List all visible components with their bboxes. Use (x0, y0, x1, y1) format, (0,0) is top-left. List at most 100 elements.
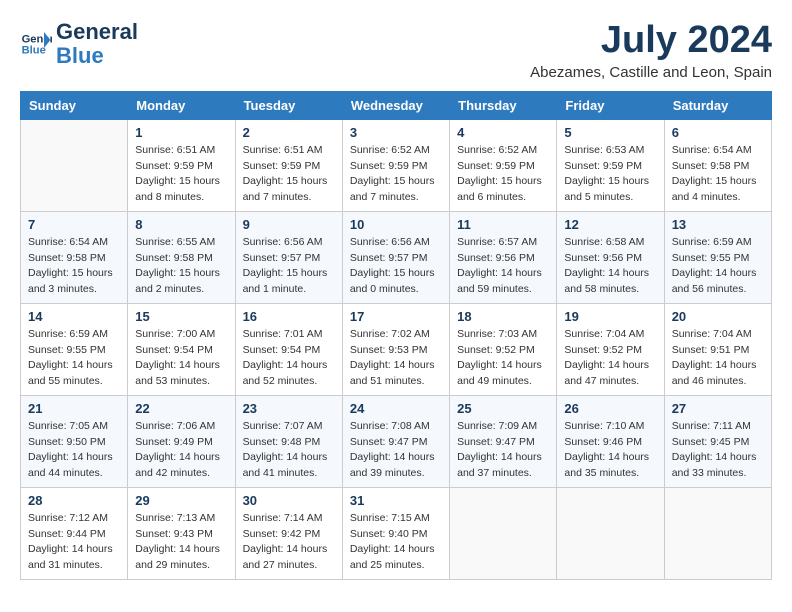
calendar-cell: 27Sunrise: 7:11 AMSunset: 9:45 PMDayligh… (664, 395, 771, 487)
day-number: 10 (350, 217, 442, 232)
weekday-header-friday: Friday (557, 91, 664, 119)
day-info: Sunrise: 6:52 AMSunset: 9:59 PMDaylight:… (457, 143, 549, 206)
day-number: 22 (135, 401, 227, 416)
svg-text:Blue: Blue (22, 45, 46, 57)
calendar-cell: 20 Sunrise: 7:04 AMSunset: 9:51 PMDayligh… (664, 303, 771, 395)
day-number: 12 (564, 217, 656, 232)
day-number: 13 (672, 217, 764, 232)
calendar-cell: 22 Sunrise: 7:06 AMSunset: 9:49 PMDayligh… (128, 395, 235, 487)
day-info: Sunrise: 7:10 AMSunset: 9:46 PMDaylight:… (564, 419, 656, 482)
weekday-header-thursday: Thursday (450, 91, 557, 119)
page-header: General Blue General Blue July 2024 Abez… (20, 20, 772, 81)
calendar-cell: 10 Sunrise: 6:56 AMSunset: 9:57 PMDayligh… (342, 211, 449, 303)
day-number: 6 (672, 125, 764, 140)
day-number: 4 (457, 125, 549, 140)
day-info: Sunrise: 7:01 AMSunset: 9:54 PMDaylight:… (243, 327, 335, 390)
calendar-cell: 11 Sunrise: 6:57 AMSunset: 9:56 PMDayligh… (450, 211, 557, 303)
calendar-cell: 19Sunrise: 7:04 AMSunset: 9:52 PMDayligh… (557, 303, 664, 395)
day-number: 28 (28, 493, 120, 508)
day-info: Sunrise: 6:55 AMSunset: 9:58 PMDaylight:… (135, 235, 227, 298)
day-info: Sunrise: 6:56 AMSunset: 9:57 PMDaylight:… (243, 235, 335, 298)
calendar-cell: 30Sunrise: 7:14 AMSunset: 9:42 PMDayligh… (235, 487, 342, 579)
calendar-cell: 18 Sunrise: 7:03 AMSunset: 9:52 PMDayligh… (450, 303, 557, 395)
logo-icon: General Blue (20, 28, 52, 60)
day-info: Sunrise: 6:59 AMSunset: 9:55 PMDaylight:… (672, 235, 764, 298)
weekday-header-saturday: Saturday (664, 91, 771, 119)
day-info: Sunrise: 7:03 AMSunset: 9:52 PMDaylight:… (457, 327, 549, 390)
day-number: 15 (135, 309, 227, 324)
calendar-cell: 28 Sunrise: 7:12 AMSunset: 9:44 PMDayligh… (21, 487, 128, 579)
day-number: 29 (135, 493, 227, 508)
day-info: Sunrise: 7:08 AMSunset: 9:47 PMDaylight:… (350, 419, 442, 482)
title-block: July 2024 Abezames, Castille and Leon, S… (530, 20, 772, 81)
calendar-cell: 25 Sunrise: 7:09 AMSunset: 9:47 PMDayligh… (450, 395, 557, 487)
day-number: 7 (28, 217, 120, 232)
day-number: 5 (564, 125, 656, 140)
calendar-cell: 13 Sunrise: 6:59 AMSunset: 9:55 PMDayligh… (664, 211, 771, 303)
calendar-cell: 6Sunrise: 6:54 AMSunset: 9:58 PMDaylight… (664, 119, 771, 211)
day-number: 9 (243, 217, 335, 232)
calendar-cell: 26 Sunrise: 7:10 AMSunset: 9:46 PMDayligh… (557, 395, 664, 487)
calendar-cell: 12 Sunrise: 6:58 AMSunset: 9:56 PMDayligh… (557, 211, 664, 303)
day-info: Sunrise: 7:15 AMSunset: 9:40 PMDaylight:… (350, 511, 442, 574)
day-info: Sunrise: 6:51 AMSunset: 9:59 PMDaylight:… (243, 143, 335, 206)
day-info: Sunrise: 6:56 AMSunset: 9:57 PMDaylight:… (350, 235, 442, 298)
day-info: Sunrise: 7:04 AMSunset: 9:51 PMDaylight:… (672, 327, 764, 390)
calendar-cell: 16 Sunrise: 7:01 AMSunset: 9:54 PMDayligh… (235, 303, 342, 395)
calendar-cell: 21 Sunrise: 7:05 AMSunset: 9:50 PMDayligh… (21, 395, 128, 487)
day-info: Sunrise: 6:53 AMSunset: 9:59 PMDaylight:… (564, 143, 656, 206)
day-info: Sunrise: 7:07 AMSunset: 9:48 PMDaylight:… (243, 419, 335, 482)
weekday-header-sunday: Sunday (21, 91, 128, 119)
day-number: 25 (457, 401, 549, 416)
day-info: Sunrise: 6:58 AMSunset: 9:56 PMDaylight:… (564, 235, 656, 298)
day-number: 23 (243, 401, 335, 416)
day-number: 26 (564, 401, 656, 416)
location-subtitle: Abezames, Castille and Leon, Spain (530, 64, 772, 81)
day-info: Sunrise: 7:06 AMSunset: 9:49 PMDaylight:… (135, 419, 227, 482)
day-number: 1 (135, 125, 227, 140)
logo: General Blue General Blue (20, 20, 138, 68)
day-number: 21 (28, 401, 120, 416)
calendar-cell: 1Sunrise: 6:51 AMSunset: 9:59 PMDaylight… (128, 119, 235, 211)
calendar-cell: 7 Sunrise: 6:54 AMSunset: 9:58 PMDaylight… (21, 211, 128, 303)
day-number: 8 (135, 217, 227, 232)
day-number: 20 (672, 309, 764, 324)
calendar-cell: 14 Sunrise: 6:59 AMSunset: 9:55 PMDayligh… (21, 303, 128, 395)
calendar-cell: 15Sunrise: 7:00 AMSunset: 9:54 PMDayligh… (128, 303, 235, 395)
calendar-week-4: 21 Sunrise: 7:05 AMSunset: 9:50 PMDayligh… (21, 395, 772, 487)
day-info: Sunrise: 7:12 AMSunset: 9:44 PMDaylight:… (28, 511, 120, 574)
calendar-cell: 5 Sunrise: 6:53 AMSunset: 9:59 PMDaylight… (557, 119, 664, 211)
day-info: Sunrise: 6:54 AMSunset: 9:58 PMDaylight:… (28, 235, 120, 298)
calendar-cell: 2 Sunrise: 6:51 AMSunset: 9:59 PMDaylight… (235, 119, 342, 211)
day-number: 2 (243, 125, 335, 140)
day-number: 14 (28, 309, 120, 324)
day-number: 3 (350, 125, 442, 140)
day-number: 18 (457, 309, 549, 324)
day-info: Sunrise: 6:52 AMSunset: 9:59 PMDaylight:… (350, 143, 442, 206)
calendar-cell: 31 Sunrise: 7:15 AMSunset: 9:40 PMDayligh… (342, 487, 449, 579)
calendar-cell (664, 487, 771, 579)
day-number: 31 (350, 493, 442, 508)
logo-blue: Blue (56, 43, 104, 68)
calendar-table: SundayMondayTuesdayWednesdayThursdayFrid… (20, 91, 772, 580)
day-number: 11 (457, 217, 549, 232)
calendar-cell: 9 Sunrise: 6:56 AMSunset: 9:57 PMDaylight… (235, 211, 342, 303)
day-number: 27 (672, 401, 764, 416)
day-info: Sunrise: 7:05 AMSunset: 9:50 PMDaylight:… (28, 419, 120, 482)
day-info: Sunrise: 6:59 AMSunset: 9:55 PMDaylight:… (28, 327, 120, 390)
weekday-header-monday: Monday (128, 91, 235, 119)
day-info: Sunrise: 6:57 AMSunset: 9:56 PMDaylight:… (457, 235, 549, 298)
day-info: Sunrise: 7:02 AMSunset: 9:53 PMDaylight:… (350, 327, 442, 390)
day-info: Sunrise: 7:04 AMSunset: 9:52 PMDaylight:… (564, 327, 656, 390)
calendar-cell: 24Sunrise: 7:08 AMSunset: 9:47 PMDayligh… (342, 395, 449, 487)
logo-general: General (56, 19, 138, 44)
calendar-cell: 8 Sunrise: 6:55 AMSunset: 9:58 PMDaylight… (128, 211, 235, 303)
day-number: 16 (243, 309, 335, 324)
calendar-cell: 23 Sunrise: 7:07 AMSunset: 9:48 PMDayligh… (235, 395, 342, 487)
calendar-cell: 4 Sunrise: 6:52 AMSunset: 9:59 PMDaylight… (450, 119, 557, 211)
calendar-cell (557, 487, 664, 579)
day-info: Sunrise: 7:09 AMSunset: 9:47 PMDaylight:… (457, 419, 549, 482)
calendar-week-1: 1 Sunrise: 6:51 AMSunset: 9:59 PMDaylight… (21, 119, 772, 211)
calendar-cell (450, 487, 557, 579)
calendar-week-2: 7 Sunrise: 6:54 AMSunset: 9:58 PMDaylight… (21, 211, 772, 303)
